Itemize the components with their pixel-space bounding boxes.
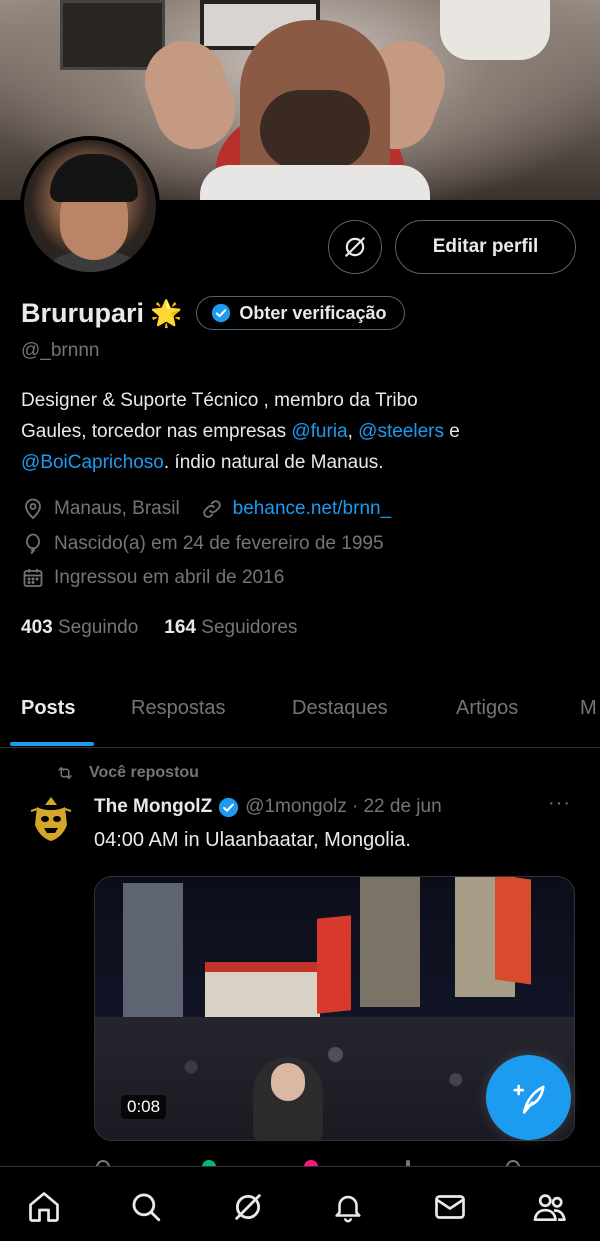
profile-handle: @_brnnn [21, 340, 100, 361]
active-tab-indicator [10, 742, 94, 746]
followers-link[interactable]: 164 Seguidores [164, 617, 297, 639]
nav-notifications[interactable] [328, 1187, 368, 1227]
video-person-face [271, 1063, 305, 1101]
tab-media[interactable]: M [580, 697, 597, 720]
compose-post-icon [512, 1084, 545, 1114]
mention-link[interactable]: @furia [291, 421, 347, 442]
link-icon [202, 500, 221, 518]
following-count: 403 [21, 617, 53, 638]
profile-bio: Designer & Suporte Técnico , membro da T… [21, 385, 581, 478]
tab-highlights[interactable]: Destaques [292, 697, 388, 720]
repost-label: Você repostou [89, 764, 199, 781]
profile-avatar[interactable] [20, 136, 160, 276]
banner-beard [260, 90, 370, 170]
repost-icon [58, 767, 72, 779]
sun-emoji: 🌟 [150, 297, 183, 328]
video-building [360, 877, 420, 1007]
grok-icon [235, 1194, 261, 1220]
bio-text: e [444, 421, 460, 442]
avatar-hair [50, 154, 138, 202]
location-pin-icon [25, 498, 41, 520]
mongolz-logo-icon [30, 797, 72, 841]
tab-replies[interactable]: Respostas [131, 697, 226, 720]
profile-meta-location-row: Manaus, Brasil behance.net/brnn_ [21, 497, 591, 521]
bio-text: . índio natural de Manaus. [163, 452, 384, 473]
tweet-text: 04:00 AM in Ulaanbaatar, Mongolia. [94, 829, 411, 851]
profile-name: Brurupari [21, 297, 145, 328]
calendar-icon [23, 569, 43, 587]
home-icon [29, 1192, 59, 1222]
bio-line: @BoiCaprichoso. índio natural de Manaus. [21, 447, 581, 478]
video-building [123, 883, 183, 1033]
profile-name-row: Brurupari 🌟 Obter verificação [21, 296, 406, 330]
video-palace [205, 962, 320, 1017]
video-duration: 0:08 [121, 1095, 167, 1119]
notifications-icon [335, 1195, 361, 1223]
bio-line: Gaules, torcedor nas empresas @furia, @s… [21, 416, 581, 447]
tab-articles[interactable]: Artigos [456, 697, 518, 720]
bio-text: , [347, 421, 359, 442]
grok-icon [345, 237, 365, 257]
get-verified-button[interactable]: Obter verificação [196, 296, 406, 330]
search-icon [132, 1193, 161, 1222]
tweet-author-name[interactable]: The MongolZ [94, 796, 212, 818]
nav-home[interactable] [24, 1187, 64, 1227]
following-link[interactable]: 403 Seguindo [21, 617, 138, 639]
follow-counts: 403 Seguindo 164 Seguidores [21, 617, 297, 639]
followers-count: 164 [164, 617, 196, 638]
profile-website-link[interactable]: behance.net/brnn_ [233, 498, 391, 520]
more-options-icon[interactable]: ··· [548, 792, 571, 815]
banner-shirt [200, 165, 430, 200]
profile-birth-date: Nascido(a) em 24 de fevereiro de 1995 [54, 533, 384, 554]
verified-badge-icon [212, 303, 231, 323]
get-verified-label: Obter verificação [239, 302, 387, 323]
tweet-author-handle[interactable]: @1mongolz [245, 796, 347, 818]
tweet-author-avatar[interactable] [24, 792, 78, 846]
nav-communities[interactable] [530, 1187, 570, 1227]
tweet-header: The MongolZ @1mongolz · 22 de jun [94, 796, 442, 818]
bio-text: Gaules, torcedor nas empresas [21, 421, 292, 442]
video-banner [317, 915, 351, 1014]
tweet-date[interactable]: · 22 de jun [352, 796, 442, 818]
video-banner [495, 877, 531, 985]
tab-posts[interactable]: Posts [21, 697, 75, 720]
profile-joined-date: Ingressou em abril de 2016 [54, 567, 285, 588]
mention-link[interactable]: @BoiCaprichoso [21, 452, 164, 473]
profile-location: Manaus, Brasil [54, 498, 180, 519]
nav-messages[interactable] [430, 1187, 470, 1227]
mention-link[interactable]: @steelers [358, 421, 444, 442]
grok-button[interactable] [328, 220, 382, 274]
compose-post-button[interactable] [486, 1055, 571, 1140]
messages-icon [435, 1195, 465, 1219]
nav-search[interactable] [126, 1187, 166, 1227]
profile-meta-birth-row: Nascido(a) em 24 de fevereiro de 1995 [21, 532, 591, 556]
profile-tabs: Posts Respostas Destaques Artigos M [0, 690, 600, 748]
repost-indicator: Você repostou [55, 764, 199, 782]
profile-meta-joined-row: Ingressou em abril de 2016 [21, 566, 591, 590]
bio-line: Designer & Suporte Técnico , membro da T… [21, 390, 418, 411]
banner-lamp [440, 0, 550, 60]
edit-profile-button[interactable]: Editar perfil [395, 220, 576, 274]
verified-badge-icon [219, 797, 239, 817]
nav-grok[interactable] [228, 1187, 268, 1227]
following-label: Seguindo [57, 617, 139, 638]
video-person [253, 1057, 323, 1140]
balloon-icon [26, 533, 40, 555]
followers-label: Seguidores [201, 617, 298, 638]
edit-profile-label: Editar perfil [432, 236, 539, 257]
bottom-navigation [0, 1166, 600, 1241]
communities-icon [533, 1194, 566, 1222]
